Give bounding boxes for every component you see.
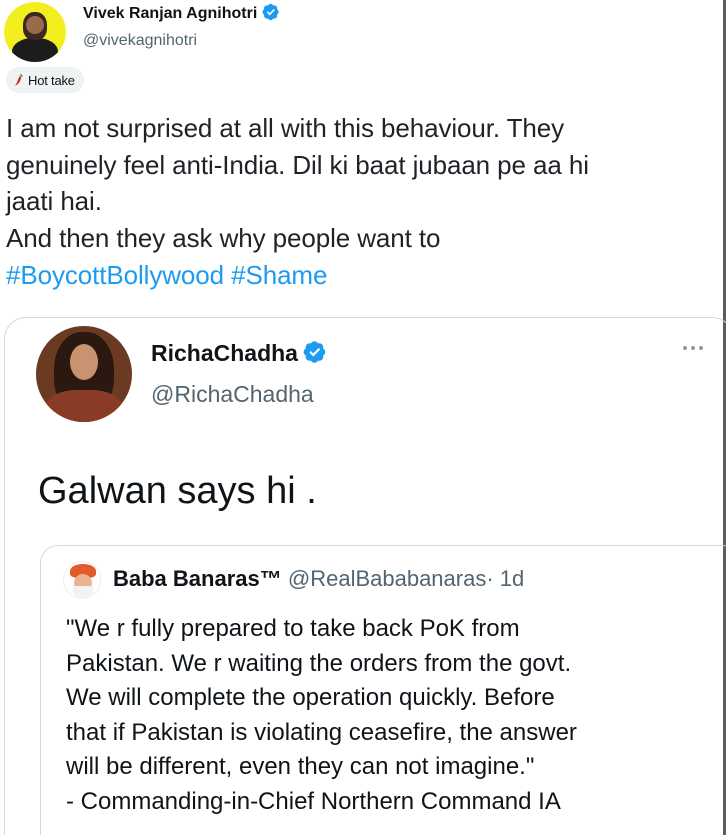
author-name[interactable]: Vivek Ranjan Agnihotri <box>83 5 257 22</box>
quoted-author-name-row[interactable]: RichaChadha <box>151 340 327 367</box>
nested-text-line: Pakistan. We r waiting the orders from t… <box>66 649 572 677</box>
author-handle[interactable]: @vivekagnihotri <box>83 32 197 50</box>
tweet-text-line: And then they ask why people want to <box>6 223 441 254</box>
tweet-text-line: genuinely feel anti-India. Dil ki baat j… <box>6 149 589 180</box>
nested-tweet-text: "We r fully prepared to take back PoK fr… <box>66 612 577 820</box>
verified-badge-icon <box>303 341 326 363</box>
verified-badge-icon <box>262 3 279 21</box>
hashtag-line: #BoycottBollywood #Shame <box>6 257 716 294</box>
hashtag-shame[interactable]: #Shame <box>231 260 327 290</box>
nested-author-meta: Baba Banaras™ @RealBababanaras· 1d <box>113 566 524 592</box>
nested-text-line: that if Pakistan is violating ceasefire,… <box>66 718 577 746</box>
chili-pepper-icon <box>15 74 23 86</box>
quoted-tweet-text: Galwan says hi . <box>38 470 317 512</box>
nested-text-line: "We r fully prepared to take back PoK fr… <box>66 615 520 642</box>
quoted-author-handle[interactable]: @RichaChadha <box>151 381 314 408</box>
nested-text-line: - Commanding-in-Chief Northern Command I… <box>66 787 561 815</box>
nested-text-line: We will complete the operation quickly. … <box>66 684 555 712</box>
nested-tweet-time[interactable]: · 1d <box>486 566 524 591</box>
nested-author-handle[interactable]: @RealBababanaras <box>288 566 486 591</box>
quoted-author-name[interactable]: RichaChadha <box>151 340 298 366</box>
tweet-text-line: I am not surprised at all with this beha… <box>6 113 565 143</box>
nested-author-name[interactable]: Baba Banaras™ <box>113 566 282 591</box>
quoted-author-avatar[interactable] <box>36 326 132 422</box>
badge-label: Hot take <box>28 72 75 88</box>
more-options-icon[interactable] <box>683 346 703 350</box>
hashtag-boycott-bollywood[interactable]: #BoycottBollywood <box>6 260 224 290</box>
tweet-text-line: jaati hai. <box>6 186 102 217</box>
tweet-text: I am not surprised at all with this beha… <box>6 110 716 294</box>
author-name-row[interactable]: Vivek Ranjan Agnihotri <box>83 3 280 23</box>
nested-author-avatar[interactable] <box>63 561 101 599</box>
nested-text-line: will be different, even they can not ima… <box>66 753 535 781</box>
hot-take-badge[interactable]: Hot take <box>6 67 84 93</box>
author-avatar[interactable] <box>4 2 66 62</box>
